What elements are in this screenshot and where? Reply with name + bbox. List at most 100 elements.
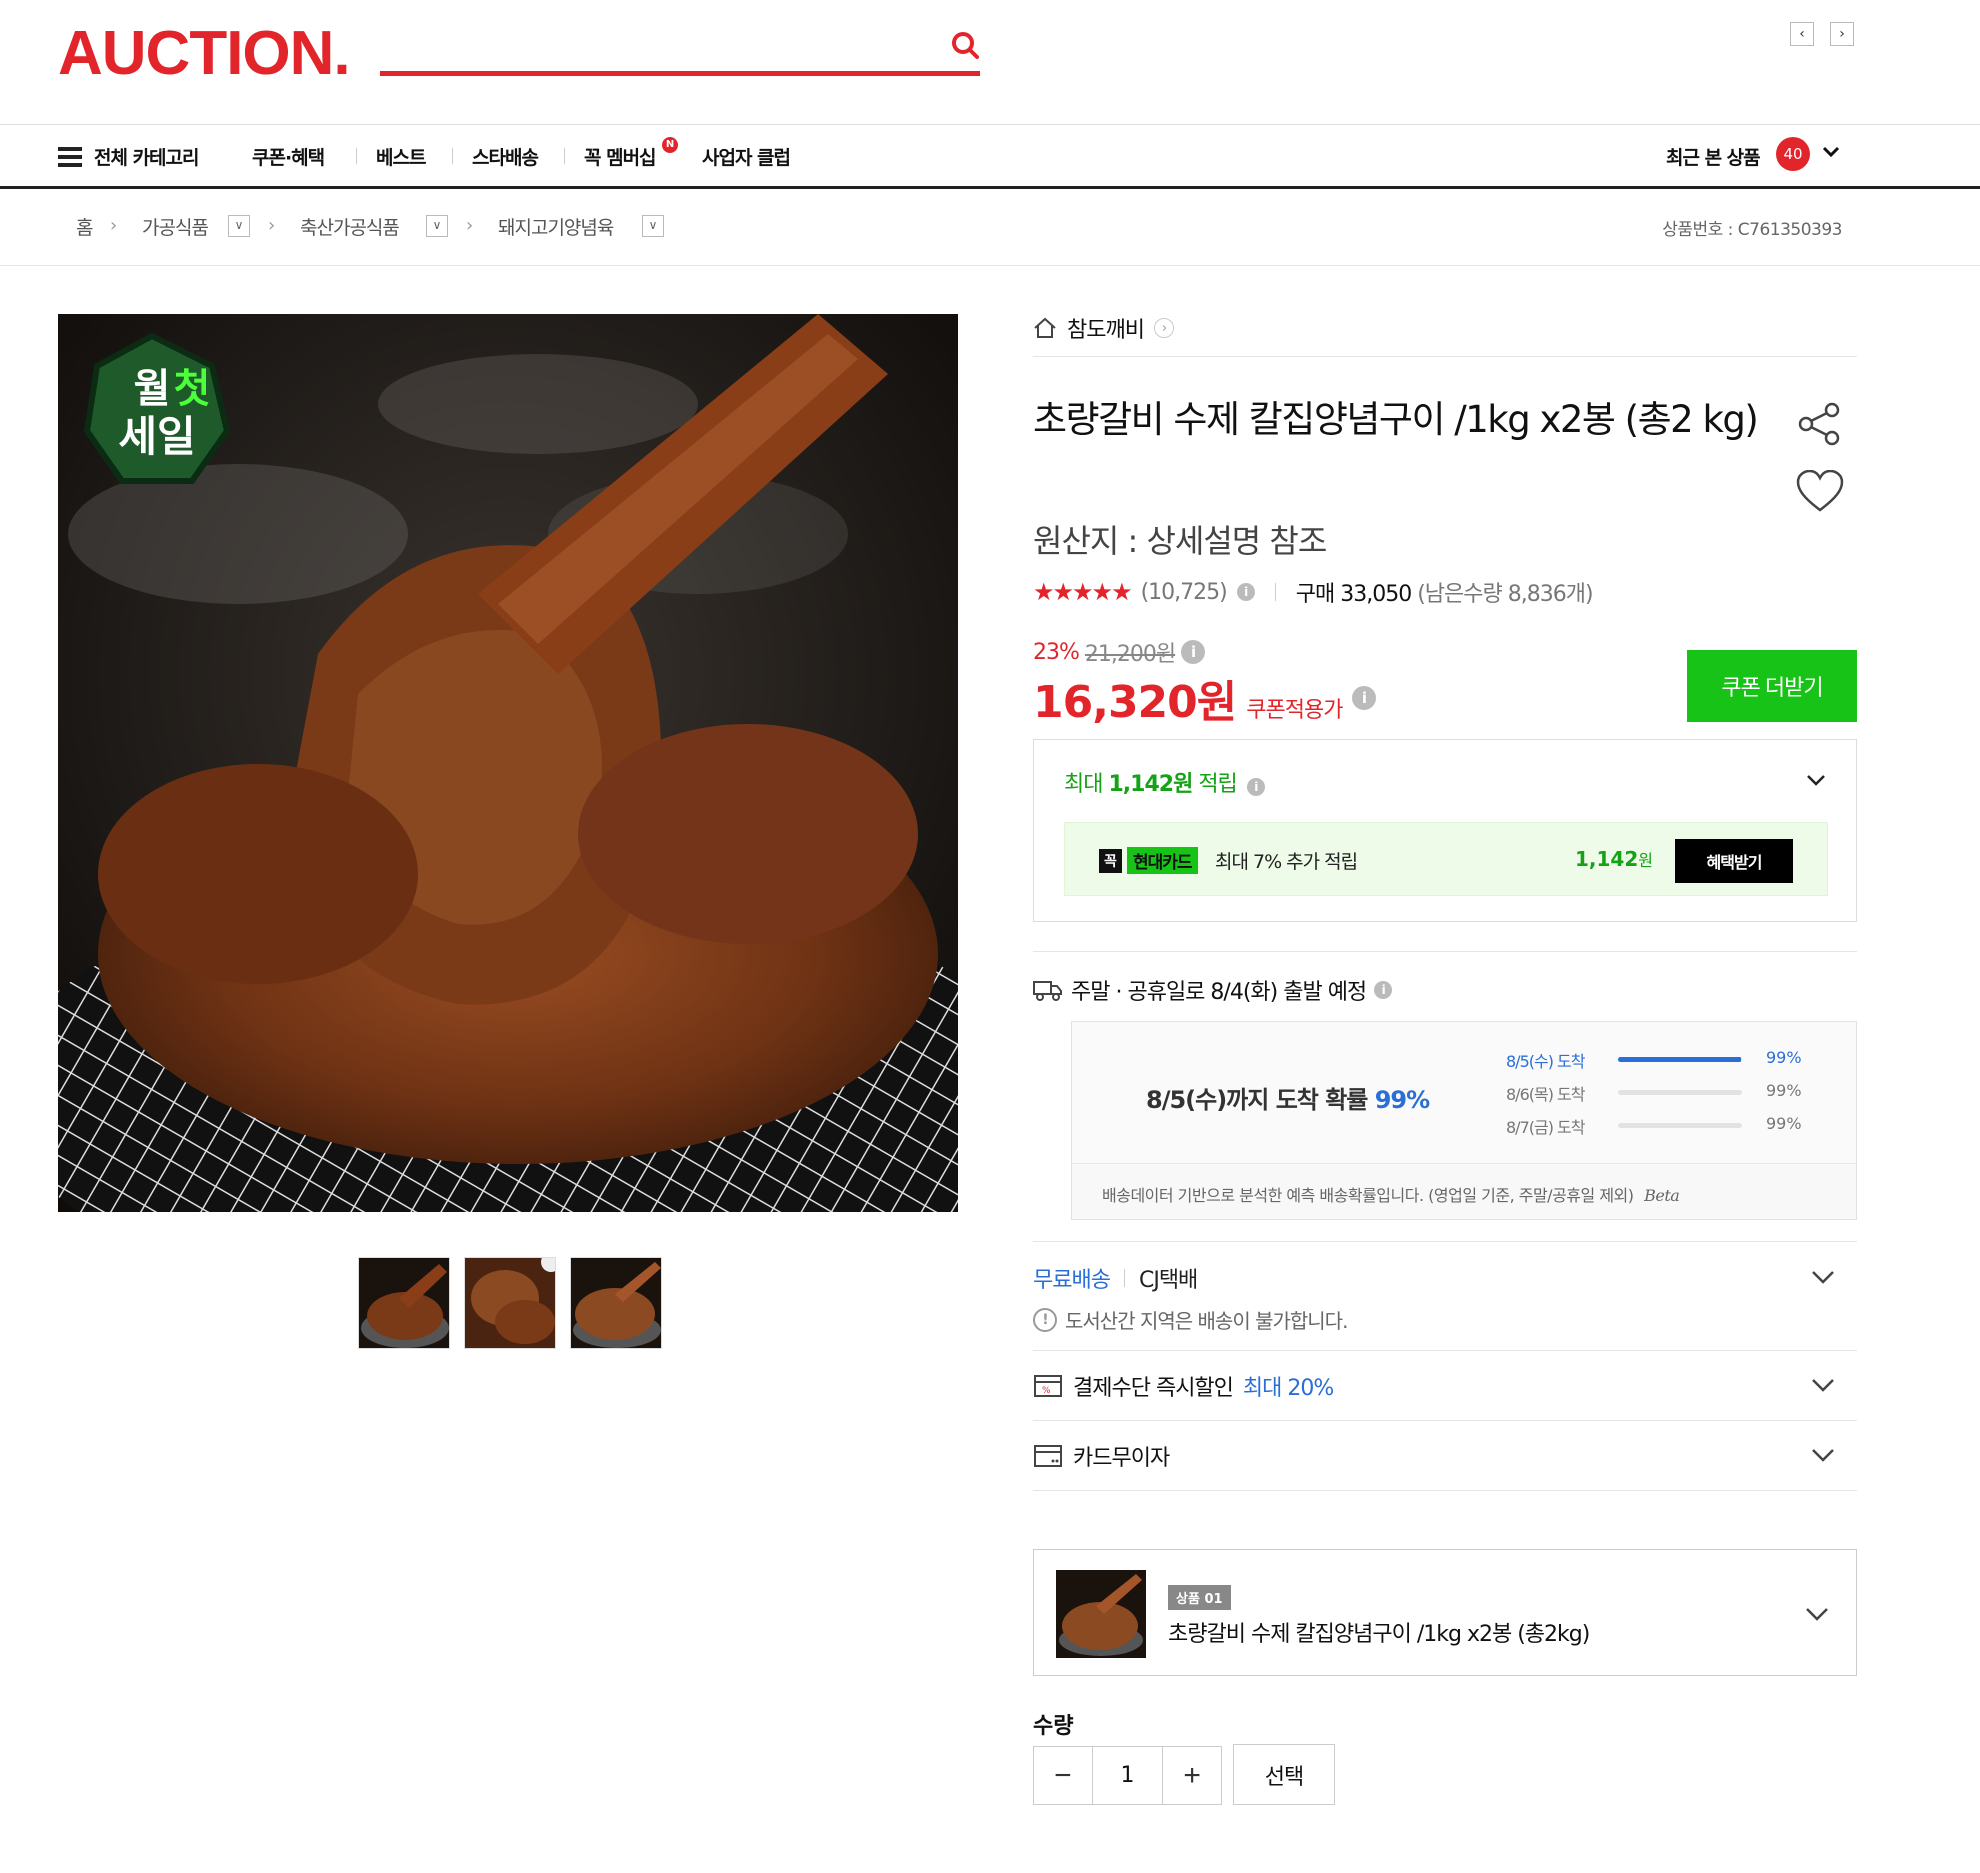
remaining-stock: (남은수량 8,836개) bbox=[1417, 582, 1593, 607]
original-price: 21,200원 bbox=[1084, 642, 1176, 667]
chevron-right-icon: › bbox=[466, 215, 474, 236]
carrier-name: CJ택배 bbox=[1138, 1268, 1198, 1293]
thumbnail-1[interactable] bbox=[358, 1257, 450, 1349]
free-shipping-label: 무료배송 bbox=[1033, 1268, 1111, 1293]
shipping-fee-row[interactable]: 무료배송 CJ택배 bbox=[1033, 1262, 1198, 1294]
divider bbox=[1033, 1490, 1857, 1491]
grilled-meat-image: 월 첫 세일 bbox=[58, 314, 958, 1212]
arrival-row-1-fill bbox=[1618, 1057, 1741, 1062]
breadcrumb-level-3[interactable]: 돼지고기양념육 bbox=[498, 213, 614, 240]
thumbnail-list bbox=[358, 1257, 662, 1349]
card-reward-amount: 1,142원 bbox=[1575, 847, 1653, 871]
coupon-price-label: 쿠폰적용가 bbox=[1246, 698, 1343, 723]
arrival-row-2-label: 8/6(목) 도착 bbox=[1506, 1085, 1585, 1104]
chevron-down-icon[interactable] bbox=[1810, 1268, 1836, 1286]
select-button[interactable]: 선택 bbox=[1233, 1744, 1335, 1805]
divider bbox=[1033, 1350, 1857, 1351]
nav-separator bbox=[356, 148, 357, 164]
search-bar bbox=[380, 20, 980, 76]
chevron-down-icon[interactable] bbox=[1810, 1446, 1836, 1464]
all-categories-link[interactable]: 전체 카테고리 bbox=[94, 143, 199, 170]
hyundai-card-logo: 현대카드 bbox=[1127, 847, 1198, 874]
nav-business-club[interactable]: 사업자 클럽 bbox=[702, 143, 791, 170]
chevron-down-icon[interactable] bbox=[1810, 1376, 1836, 1394]
product-main-image[interactable]: 월 첫 세일 bbox=[58, 314, 958, 1212]
search-icon[interactable] bbox=[950, 30, 980, 60]
decrease-button[interactable]: − bbox=[1034, 1747, 1092, 1804]
heart-icon[interactable] bbox=[1796, 470, 1844, 514]
chevron-circle-icon: › bbox=[1153, 318, 1174, 338]
installment-row[interactable]: 카드무이자 bbox=[1033, 1440, 1170, 1472]
product-id: 상품번호 : C761350393 bbox=[1662, 220, 1842, 240]
option-selector[interactable]: 상품 01 초량갈비 수제 칼집양념구이 /1kg x2봉 (총2kg) bbox=[1033, 1549, 1857, 1676]
chevron-right-icon: › bbox=[268, 215, 276, 236]
reward-suffix: 적립 bbox=[1198, 772, 1237, 797]
discount-percent: 23% bbox=[1033, 639, 1080, 665]
arrival-row-3-pct: 99% bbox=[1766, 1114, 1802, 1133]
search-input[interactable] bbox=[380, 20, 920, 70]
arrival-row-1-label: 8/5(수) 도착 bbox=[1506, 1052, 1585, 1071]
option-tag: 상품 01 bbox=[1168, 1585, 1231, 1610]
get-benefit-button[interactable]: 혜택받기 bbox=[1675, 839, 1793, 883]
global-nav: 전체 카테고리 쿠폰·혜택 베스트 스타배송 꼭 멤버십 N 사업자 클럽 최근… bbox=[0, 125, 1980, 189]
beta-label: Beta bbox=[1644, 1186, 1680, 1205]
increase-button[interactable]: + bbox=[1163, 1747, 1221, 1804]
shop-link[interactable]: 참도깨비 › bbox=[1033, 312, 1174, 344]
reward-headline[interactable]: 최대 1,142원 적립 i bbox=[1064, 766, 1265, 798]
svg-text:%: % bbox=[1042, 1386, 1051, 1396]
recent-products-label[interactable]: 최근 본 상품 bbox=[1666, 143, 1761, 170]
chevron-down-icon[interactable] bbox=[1804, 770, 1828, 790]
card-icon bbox=[1034, 1445, 1062, 1467]
nav-star-delivery[interactable]: 스타배송 bbox=[472, 143, 539, 170]
island-notice-text: 도서산간 지역은 배송이 불가합니다. bbox=[1065, 1309, 1348, 1333]
hamburger-icon[interactable] bbox=[58, 147, 82, 167]
breadcrumb-home[interactable]: 홈 bbox=[76, 213, 94, 240]
nav-separator bbox=[452, 148, 453, 164]
info-icon[interactable]: i bbox=[1352, 686, 1377, 710]
get-coupon-button[interactable]: 쿠폰 더받기 bbox=[1687, 650, 1857, 722]
prev-arrow-icon[interactable]: ‹ bbox=[1790, 22, 1814, 46]
quantity-value[interactable]: 1 bbox=[1091, 1747, 1164, 1804]
probability-prefix: 8/5(수)까지 도착 확률 bbox=[1146, 1086, 1368, 1114]
breadcrumb-level-2[interactable]: 축산가공식품 bbox=[300, 213, 400, 240]
payment-discount-row[interactable]: % 결제수단 즉시할인 최대 20% bbox=[1033, 1370, 1334, 1402]
auction-logo[interactable]: AUCTION. bbox=[58, 22, 351, 86]
info-icon[interactable]: i bbox=[1374, 981, 1393, 999]
info-icon[interactable]: i bbox=[1236, 583, 1255, 601]
purchase-count: 구매 33,050 bbox=[1295, 582, 1412, 607]
instant-discount-max: 최대 20% bbox=[1242, 1376, 1334, 1401]
info-icon[interactable]: i bbox=[1246, 778, 1265, 796]
nav-coupon[interactable]: 쿠폰·혜택 bbox=[252, 143, 325, 170]
arrival-row-3-bar bbox=[1618, 1123, 1742, 1128]
shipping-departure: 주말 · 공휴일로 8/4(화) 출발 예정 i bbox=[1033, 974, 1393, 1006]
price-row: 16,320원 쿠폰적용가 i bbox=[1033, 666, 1377, 730]
divider bbox=[1033, 356, 1857, 357]
dropdown-icon[interactable]: ∨ bbox=[642, 215, 664, 237]
chevron-down-icon[interactable] bbox=[1804, 1605, 1830, 1623]
dropdown-icon[interactable]: ∨ bbox=[228, 215, 250, 237]
card-reward-unit: 원 bbox=[1638, 851, 1653, 870]
reward-prefix: 최대 bbox=[1064, 772, 1103, 797]
chevron-down-icon[interactable] bbox=[1820, 141, 1842, 163]
thumbnail-2[interactable] bbox=[464, 1257, 556, 1349]
info-icon[interactable]: i bbox=[1181, 640, 1206, 664]
nav-membership[interactable]: 꼭 멤버십 bbox=[584, 143, 657, 170]
divider bbox=[1033, 951, 1857, 952]
installment-label: 카드무이자 bbox=[1073, 1446, 1170, 1471]
divider bbox=[1033, 1241, 1857, 1242]
nav-best[interactable]: 베스트 bbox=[376, 143, 426, 170]
breadcrumb-level-1[interactable]: 가공식품 bbox=[142, 213, 209, 240]
next-arrow-icon[interactable]: › bbox=[1830, 22, 1854, 46]
arrival-row-1-pct: 99% bbox=[1766, 1048, 1802, 1067]
thumbnail-3[interactable] bbox=[570, 1257, 662, 1349]
review-count[interactable]: (10,725) bbox=[1141, 580, 1228, 605]
breadcrumb: 홈 › 가공식품 ∨ › 축산가공식품 ∨ › 돼지고기양념육 ∨ 상품번호 :… bbox=[0, 189, 1980, 266]
badge-char-1: 월 bbox=[134, 366, 171, 412]
truck-icon bbox=[1033, 981, 1062, 1001]
dropdown-icon[interactable]: ∨ bbox=[426, 215, 448, 237]
rating-row: ★★★★★ (10,725) i 구매 33,050 (남은수량 8,836개) bbox=[1033, 574, 1594, 610]
card-reward-banner: 꼭 현대카드 최대 7% 추가 적립 1,142원 혜택받기 bbox=[1064, 822, 1828, 896]
banner-nav: ‹ › bbox=[1790, 22, 1854, 46]
share-icon[interactable] bbox=[1796, 400, 1844, 448]
card-reward-text: 최대 7% 추가 적립 bbox=[1215, 851, 1358, 873]
